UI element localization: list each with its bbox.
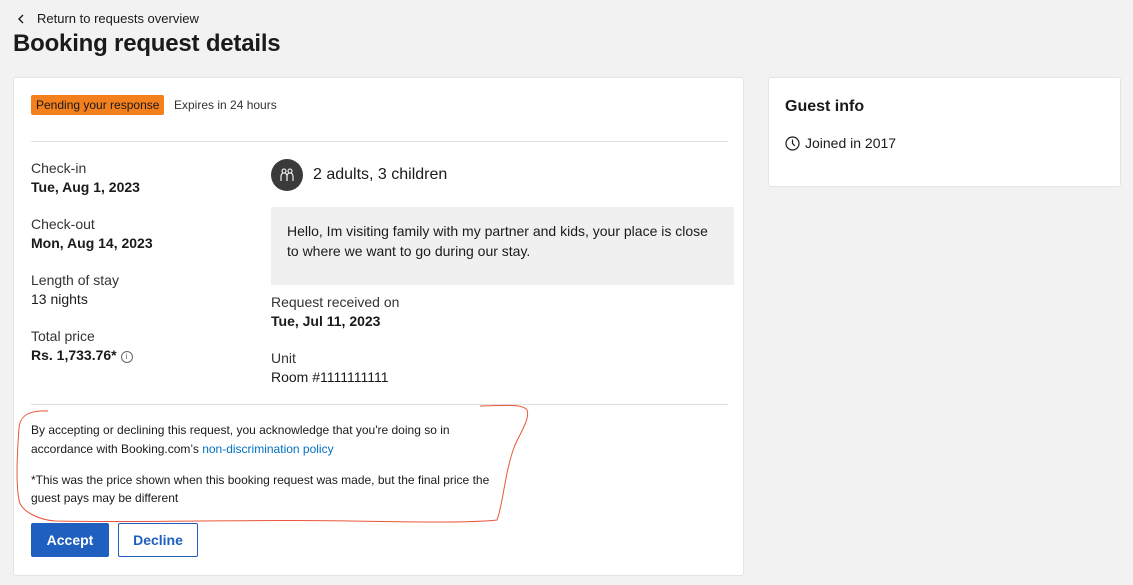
stay-value: 13 nights bbox=[31, 291, 88, 307]
checkin-label: Check-in bbox=[31, 160, 87, 176]
guest-count-text: 2 adults, 3 children bbox=[313, 166, 448, 183]
price-field: Total price Rs. 1,733.76* i bbox=[31, 328, 133, 363]
stay-label: Length of stay bbox=[31, 272, 119, 288]
chevron-left-icon bbox=[18, 14, 24, 23]
checkout-value: Mon, Aug 14, 2023 bbox=[31, 235, 153, 251]
received-field: Request received on Tue, Jul 11, 2023 bbox=[271, 294, 399, 329]
page-title: Booking request details bbox=[13, 30, 281, 57]
stay-field: Length of stay 13 nights bbox=[31, 272, 119, 307]
checkout-field: Check-out Mon, Aug 14, 2023 bbox=[31, 216, 153, 251]
unit-label: Unit bbox=[271, 350, 296, 366]
request-card: Pending your response Expires in 24 hour… bbox=[13, 77, 744, 576]
back-link-label: Return to requests overview bbox=[37, 11, 199, 26]
guest-count: 2 adults, 3 children bbox=[271, 159, 447, 191]
unit-field: Unit Room #1111111111 bbox=[271, 350, 389, 385]
people-icon bbox=[271, 159, 303, 191]
received-label: Request received on bbox=[271, 294, 400, 310]
guest-message: Hello, Im visiting family with my partne… bbox=[271, 207, 734, 285]
clock-icon bbox=[785, 135, 800, 151]
checkout-label: Check-out bbox=[31, 216, 95, 232]
joined-info: Joined in 2017 bbox=[785, 135, 896, 151]
received-value: Tue, Jul 11, 2023 bbox=[271, 313, 381, 329]
unit-value: Room #1111111111 bbox=[271, 369, 389, 385]
expiry-text: Expires in 24 hours bbox=[174, 98, 277, 112]
status-badge: Pending your response bbox=[31, 95, 165, 115]
non-discrimination-policy-link[interactable]: non-discrimination policy bbox=[202, 442, 333, 456]
acknowledgement-text: By accepting or declining this request, … bbox=[31, 421, 501, 459]
price-note: *This was the price shown when this book… bbox=[31, 473, 490, 505]
checkin-field: Check-in Tue, Aug 1, 2023 bbox=[31, 160, 140, 195]
guest-info-title: Guest info bbox=[785, 98, 865, 115]
divider bbox=[31, 404, 728, 405]
accept-button[interactable]: Accept bbox=[31, 523, 109, 557]
joined-text: Joined in 2017 bbox=[805, 135, 897, 151]
guest-info-card: Guest info Joined in 2017 bbox=[768, 77, 1121, 187]
price-label: Total price bbox=[31, 328, 95, 344]
price-value: Rs. 1,733.76* bbox=[31, 347, 117, 363]
decline-button[interactable]: Decline bbox=[118, 523, 198, 557]
back-link[interactable]: Return to requests overview bbox=[15, 11, 199, 26]
checkin-value: Tue, Aug 1, 2023 bbox=[31, 179, 140, 195]
divider bbox=[31, 141, 728, 142]
info-icon[interactable]: i bbox=[120, 351, 133, 363]
